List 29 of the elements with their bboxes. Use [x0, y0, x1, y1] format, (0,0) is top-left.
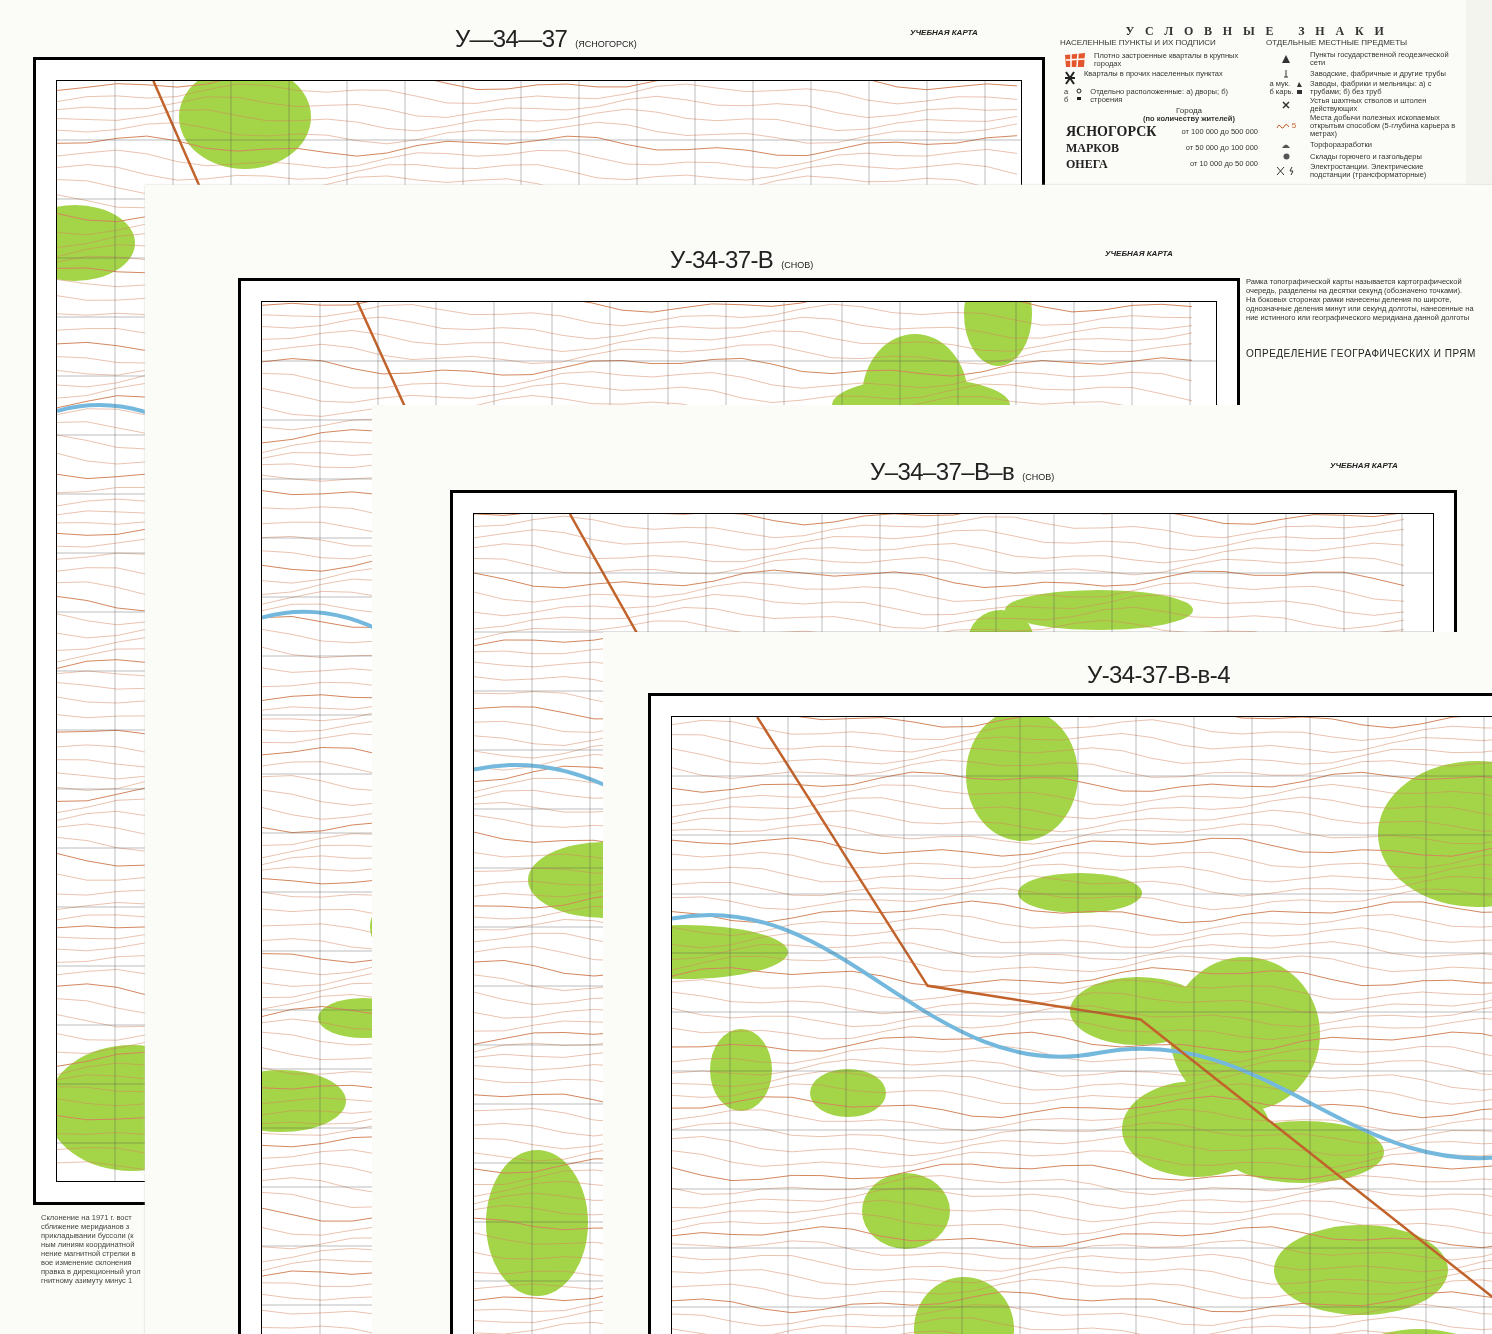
sheet-title: У-34-37-В-в-4 — [1087, 663, 1230, 687]
quarry-icon — [1275, 122, 1290, 130]
legend-subheading: Города — [1174, 106, 1204, 115]
sheet-label: УЧЕБНАЯ КАРТА — [1105, 248, 1173, 260]
city-name-sample: ОНЕГА — [1066, 158, 1108, 170]
sheet-subtitle: (ЯСНОГОРСК) — [575, 37, 637, 51]
city-name-sample: МАРКОВ — [1066, 142, 1120, 154]
city-name-sample: ЯСНОГОРСК — [1066, 125, 1157, 139]
crossed-hammers-icon — [1282, 101, 1290, 109]
chimney-icon — [1283, 69, 1289, 78]
sheet-subtitle: (СНОВ) — [781, 258, 814, 272]
quarry-depth-label: 5 — [1291, 120, 1297, 132]
sheet-label: УЧЕБНАЯ КАРТА — [1330, 460, 1398, 472]
city-blocks-icon — [1064, 52, 1086, 68]
section-heading: ОПРЕДЕЛЕНИЕ ГЕОГРАФИЧЕСКИХ И ПРЯМ — [1246, 347, 1477, 361]
legend-section-title: НАСЕЛЕННЫЕ ПУНКТЫ И ИХ ПОДПИСИ — [1060, 38, 1217, 48]
sheet-label: УЧЕБНАЯ КАРТА — [910, 27, 978, 39]
sheet-title: У–34–37–В–в — [870, 460, 1015, 484]
quarters-icon — [1064, 70, 1076, 86]
sheet-subtitle: (СНОВ) — [1022, 470, 1055, 484]
tank-icon — [1282, 153, 1290, 160]
sheet-title: У-34-37-В — [670, 248, 774, 272]
sheet-title: У—34—37 — [455, 27, 568, 51]
legend-heading: УСЛОВНЫЕ ЗНАКИ — [1124, 24, 1396, 38]
power-station-icon — [1276, 166, 1296, 176]
triangle-icon — [1282, 55, 1290, 63]
factory-icon — [1295, 81, 1303, 95]
yards-icon — [1076, 88, 1083, 102]
legend-section-title: ОТДЕЛЬНЫЕ МЕСТНЫЕ ПРЕДМЕТЫ — [1266, 38, 1409, 48]
